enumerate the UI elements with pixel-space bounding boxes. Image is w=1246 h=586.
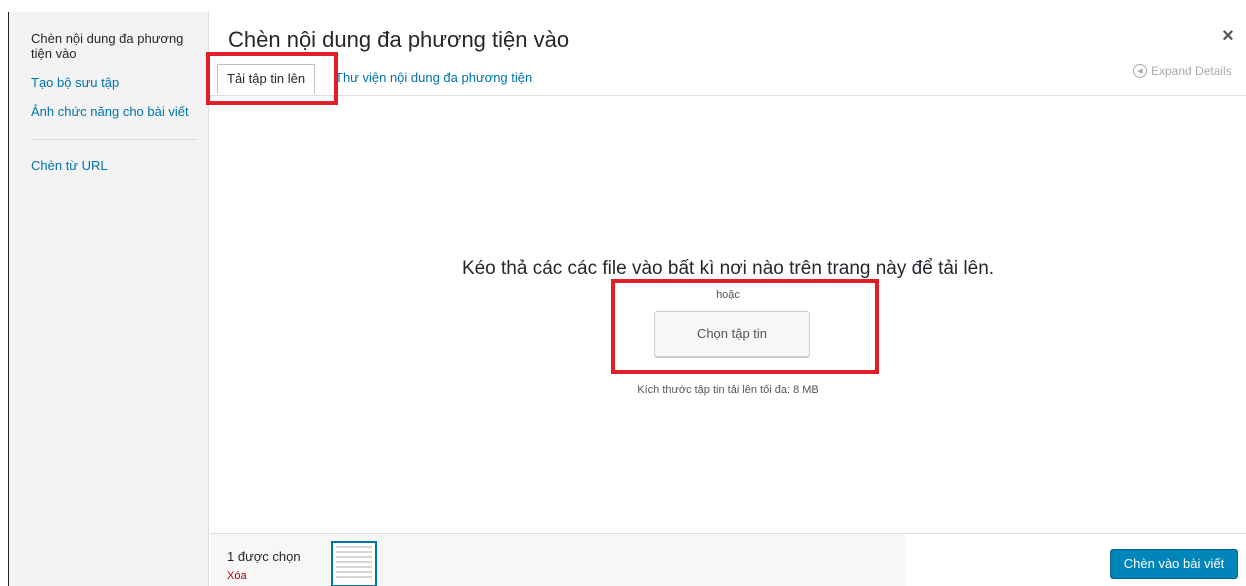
media-modal: Chèn nội dung đa phương tiện vào Tạo bộ … <box>0 0 1246 586</box>
tab-media-library[interactable]: Thư viện nội dung đa phương tiện <box>335 68 532 88</box>
expand-details-label: Expand Details <box>1151 64 1232 78</box>
media-toolbar: 1 được chọn Xóa Chèn vào bài viết <box>210 533 1246 586</box>
sidebar-item-create-gallery[interactable]: Tạo bộ sưu tập <box>31 75 201 90</box>
insert-into-post-button[interactable]: Chèn vào bài viết <box>1110 549 1238 579</box>
thumbnail-line <box>336 571 372 573</box>
modal-title: Chèn nội dung đa phương tiện vào <box>228 27 570 52</box>
expand-details-button[interactable]: ◀ Expand Details <box>1133 64 1232 78</box>
sidebar-item-insert-media[interactable]: Chèn nội dung đa phương tiện vào <box>31 31 201 61</box>
selection-area <box>210 534 905 586</box>
thumbnail-line <box>336 561 372 563</box>
thumbnail-line <box>336 576 372 578</box>
media-router-tabs: Tải tập tin lên Thư viện nội dung đa phư… <box>210 58 1246 96</box>
thumbnail-line <box>336 566 372 568</box>
clear-selection-link[interactable]: Xóa <box>227 570 247 582</box>
thumbnail-line <box>336 546 372 548</box>
highlight-box-upload-tab <box>206 52 338 105</box>
sidebar-item-insert-from-url[interactable]: Chèn từ URL <box>31 158 201 173</box>
drop-instructions: Kéo thả các các file vào bất kì nơi nào … <box>461 258 995 279</box>
selected-attachment-thumbnail[interactable] <box>331 541 377 586</box>
thumbnail-line <box>336 551 372 553</box>
selection-count: 1 được chọn <box>227 549 301 564</box>
media-sidebar: Chèn nội dung đa phương tiện vào Tạo bộ … <box>9 12 209 586</box>
sidebar-menu: Chèn nội dung đa phương tiện vào Tạo bộ … <box>31 31 201 187</box>
thumbnail-line <box>336 556 372 558</box>
sidebar-separator <box>31 139 197 140</box>
max-upload-size: Kích thước tập tin tải lên tối đa: 8 MB <box>637 384 819 396</box>
highlight-box-select-files <box>611 279 879 374</box>
arrow-left-circle-icon: ◀ <box>1133 64 1147 78</box>
close-icon[interactable]: × <box>1218 26 1238 46</box>
sidebar-item-featured-image[interactable]: Ảnh chức năng cho bài viết <box>31 104 201 119</box>
